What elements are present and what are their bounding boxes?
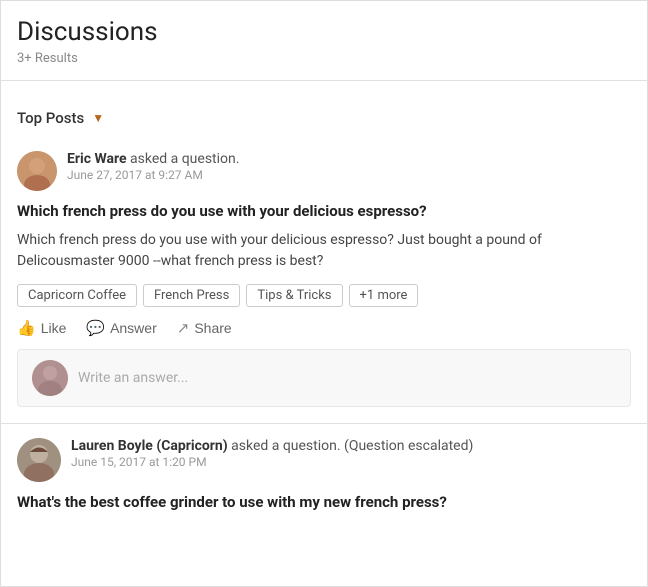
answer-avatar — [32, 360, 68, 396]
avatar-lauren — [17, 438, 61, 482]
tag-capricorn[interactable]: Capricorn Coffee — [17, 284, 137, 307]
post-body-1: Which french press do you use with your … — [17, 230, 631, 272]
top-posts-bar[interactable]: Top Posts ▼ — [17, 97, 631, 141]
tag-tips-tricks[interactable]: Tips & Tricks — [246, 284, 342, 307]
post-header-2: Lauren Boyle (Capricorn) asked a questio… — [17, 438, 631, 482]
post-item-2: Lauren Boyle (Capricorn) asked a questio… — [17, 438, 631, 525]
like-button[interactable]: 👍 Like — [17, 319, 66, 337]
dropdown-arrow-icon[interactable]: ▼ — [92, 111, 104, 125]
post-author-1: Eric Ware asked a question. — [67, 151, 239, 167]
post-item-1: Eric Ware asked a question. June 27, 201… — [17, 141, 631, 407]
answer-placeholder[interactable]: Write an answer... — [78, 370, 188, 386]
share-button[interactable]: ↗ Share — [177, 319, 232, 337]
actions-row-1: 👍 Like 💬 Answer ↗ Share — [17, 319, 631, 349]
avatar-eric — [17, 151, 57, 191]
tags-row-1: Capricorn Coffee French Press Tips & Tri… — [17, 284, 631, 307]
share-icon: ↗ — [177, 319, 190, 337]
like-icon: 👍 — [17, 319, 36, 337]
post-meta-1: Eric Ware asked a question. June 27, 201… — [67, 151, 239, 182]
tag-french-press[interactable]: French Press — [143, 284, 240, 307]
post-author-2: Lauren Boyle (Capricorn) asked a questio… — [71, 438, 473, 454]
top-posts-label: Top Posts — [17, 109, 84, 127]
post-date-2: June 15, 2017 at 1:20 PM — [71, 455, 473, 469]
post-title-2: What's the best coffee grinder to use wi… — [17, 492, 631, 513]
answer-input-box[interactable]: Write an answer... — [17, 349, 631, 407]
like-label: Like — [41, 320, 67, 336]
results-count: 3+ Results — [17, 51, 631, 66]
page-title: Discussions — [17, 17, 631, 47]
post-header-1: Eric Ware asked a question. June 27, 201… — [17, 151, 631, 191]
post-date-1: June 27, 2017 at 9:27 AM — [67, 168, 239, 182]
share-label: Share — [194, 320, 231, 336]
post-meta-2: Lauren Boyle (Capricorn) asked a questio… — [71, 438, 473, 469]
post-title-1: Which french press do you use with your … — [17, 201, 631, 222]
tag-more[interactable]: +1 more — [349, 284, 419, 307]
answer-label: Answer — [110, 320, 157, 336]
answer-button[interactable]: 💬 Answer — [86, 319, 156, 337]
post-divider — [1, 423, 647, 424]
answer-icon: 💬 — [86, 319, 105, 337]
